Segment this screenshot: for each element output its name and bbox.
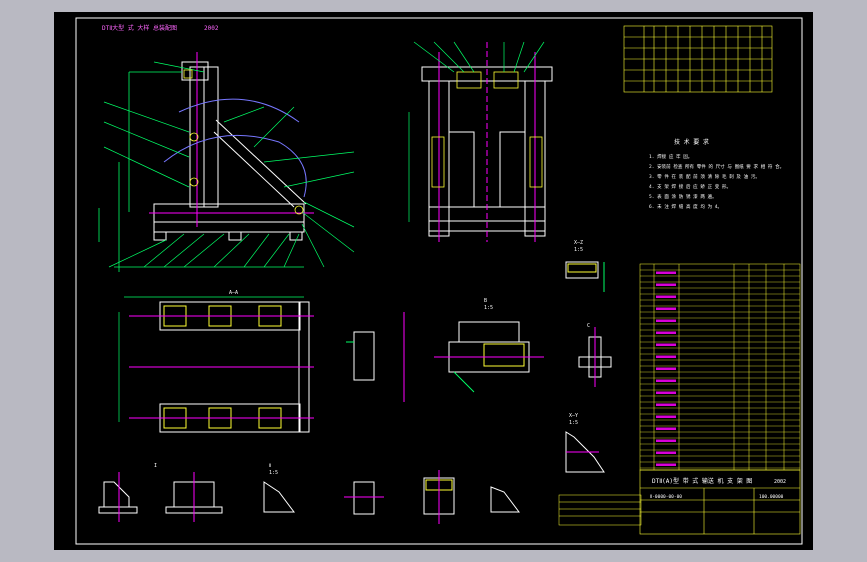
tech-note: 6. 未 注 焊 缝 高 度 均 为 4。 (649, 203, 722, 210)
bom-row-mark (656, 343, 676, 346)
view-label-x-z: X—Z (574, 240, 583, 246)
bom-row-mark (656, 355, 676, 358)
detail-view-small-top (565, 261, 605, 292)
bom-row-mark (656, 379, 676, 382)
cad-drawing: DTⅡ大型 式 大样 总装配图 2002 技 术 要 求 1. 焊接 应 牢 固… (75, 17, 803, 545)
bom-magenta (656, 271, 676, 466)
view-scale-ii: 1:5 (269, 470, 278, 476)
bom-row-mark (656, 367, 676, 370)
bom-row-mark (656, 427, 676, 430)
bom-row-mark (656, 415, 676, 418)
detail-view-gusset (565, 431, 605, 473)
tech-title: 技 术 要 求 (674, 138, 709, 146)
bom-row-mark (656, 331, 676, 334)
main-title-year: 2002 (204, 25, 219, 32)
view-scale-x-z: 1:5 (574, 247, 583, 253)
tech-note: 4. 支 架 焊 接 后 应 矫 正 变 形。 (649, 183, 731, 190)
view-label-a-a: A—A (229, 290, 238, 296)
bom-row-mark (656, 391, 676, 394)
parts-spec-table (623, 25, 773, 93)
revision-table (558, 494, 642, 526)
tech-note: 1. 焊接 应 牢 固。 (649, 153, 692, 160)
main-view-dims (98, 71, 304, 272)
bill-of-materials (639, 263, 801, 471)
detail-view-a (346, 312, 405, 402)
tech-note: 2. 安装前 检查 所有 零件 的 尺寸 与 图纸 要 求 相 符 合。 (649, 163, 784, 170)
view-labels: X—Z 1:5 B 1:5 C X—Y 1:5 I Ⅱ 1:5 A—A (154, 240, 590, 476)
bom-row-mark (656, 307, 676, 310)
view-scale-b: 1:5 (484, 305, 493, 311)
title-block-year: 2002 (774, 479, 786, 485)
tech-requirements: 技 术 要 求 1. 焊接 应 牢 固。 2. 安装前 检查 所有 零件 的 尺… (649, 138, 784, 210)
bom-row-mark (656, 403, 676, 406)
main-view-centerlines (149, 52, 314, 227)
bottom-views-centerlines (118, 470, 440, 524)
bom-row-mark (656, 319, 676, 322)
front-view-centerlines (438, 42, 536, 242)
view-scale-x-y: 1:5 (569, 420, 578, 426)
drawing-code: Ⅱ-0000-00-00 (650, 494, 682, 500)
bom-row-mark (656, 463, 676, 466)
bom-row-mark (656, 451, 676, 454)
main-view-bolts (183, 69, 304, 215)
bom-row-mark (656, 295, 676, 298)
cad-viewport[interactable]: DTⅡ大型 式 大样 总装配图 2002 技 术 要 求 1. 焊接 应 牢 固… (54, 12, 813, 550)
bom-row-mark (656, 271, 676, 274)
detail-view-c (578, 327, 612, 387)
detail-view-b (434, 321, 544, 393)
tech-note: 5. 表 面 涂 防 锈 漆 两 遍。 (649, 193, 717, 200)
bom-row-mark (656, 439, 676, 442)
bottom-detail-views (98, 477, 520, 515)
bom-row-mark (656, 283, 676, 286)
title-block-main: DTⅡ(A)型 带 式 输送 机 支 架 图 (652, 477, 752, 485)
main-title-text: DTⅡ大型 式 大样 总装配图 (102, 24, 177, 32)
view-label-i: I (154, 463, 157, 469)
tech-note: 3. 零 件 在 装 配 前 须 清 除 毛 刺 及 油 污。 (649, 173, 760, 180)
view-label-c: C (587, 323, 590, 329)
scale-code: 100.00000 (759, 494, 784, 500)
plan-view-centerlines (129, 315, 314, 419)
view-label-ii: Ⅱ (269, 463, 271, 469)
view-label-b: B (484, 298, 487, 304)
view-label-x-y: X—Y (569, 413, 578, 419)
